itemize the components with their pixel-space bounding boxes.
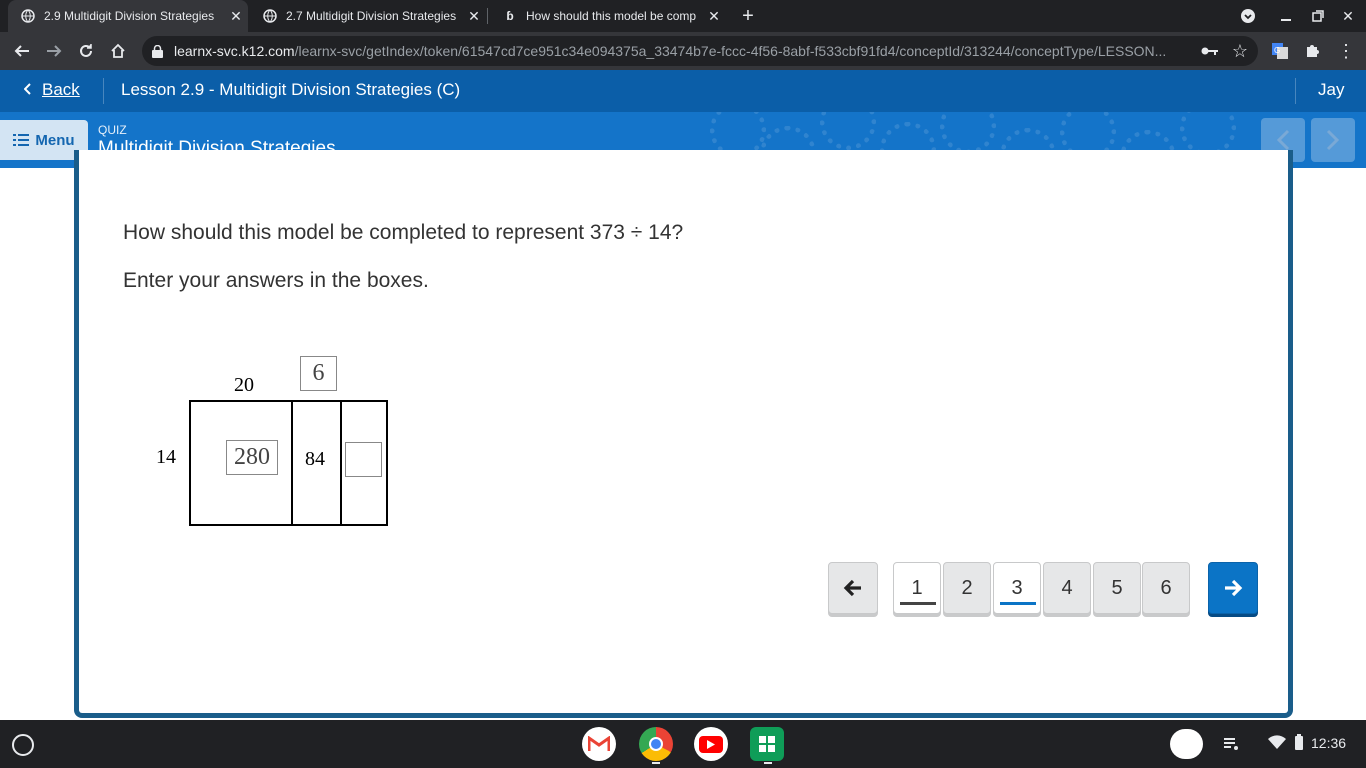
globe-icon: [262, 8, 278, 24]
close-tab-icon[interactable]: ✕: [224, 8, 248, 25]
svg-text:G: G: [1274, 46, 1280, 55]
back-label: Back: [42, 80, 80, 99]
divider-line: [291, 402, 293, 524]
page-button-3[interactable]: 3: [993, 562, 1041, 614]
extensions-puzzle-icon[interactable]: [1298, 37, 1326, 65]
page-button-4[interactable]: 4: [1043, 562, 1091, 614]
page-button-5[interactable]: 5: [1093, 562, 1141, 614]
decorative-pattern: [940, 112, 996, 154]
lesson-header: Back Lesson 2.9 - Multidigit Division St…: [0, 70, 1366, 112]
top-label-20: 20: [234, 374, 254, 396]
divider-line: [340, 402, 342, 524]
tab-title: 2.9 Multidigit Division Strategies: [44, 9, 215, 23]
new-tab-button[interactable]: +: [736, 4, 760, 28]
menu-label: Menu: [35, 131, 75, 149]
lock-icon[interactable]: [152, 44, 166, 58]
lesson-title: Lesson 2.9 - Multidigit Division Strateg…: [121, 80, 461, 99]
brainly-icon: ɓ: [506, 9, 514, 23]
os-shelf: 12:36: [0, 720, 1366, 768]
calculator-icon[interactable]: [750, 727, 784, 761]
url-host: learnx-svc.k12.com: [174, 43, 295, 59]
home-icon[interactable]: [104, 37, 132, 65]
clock-time[interactable]: 12:36: [1311, 735, 1346, 751]
answered-indicator: [900, 602, 936, 605]
globe-icon: [20, 8, 36, 24]
question-instruction: Enter your answers in the boxes.: [123, 269, 429, 292]
arrow-right-icon: [1223, 579, 1243, 597]
minimize-icon[interactable]: [1274, 4, 1298, 28]
close-tab-icon[interactable]: ✕: [702, 8, 726, 25]
browser-tab-3[interactable]: ɓ How should this model be comp ✕: [490, 0, 726, 32]
chrome-icon[interactable]: [639, 727, 673, 761]
tab-separator: [487, 8, 488, 24]
current-page-indicator: [1000, 602, 1036, 605]
chevron-left-icon: [23, 80, 32, 100]
chevron-left-icon: [1276, 129, 1290, 151]
question-prompt: How should this model be completed to re…: [123, 221, 684, 244]
restore-icon[interactable]: [1306, 4, 1330, 28]
browser-toolbar: learnx-svc.k12.com/learnx-svc/getIndex/t…: [0, 32, 1366, 70]
launcher-icon[interactable]: [12, 734, 34, 756]
page-number: 6: [1160, 576, 1172, 599]
back-arrow-icon[interactable]: [8, 37, 36, 65]
browser-tab-1[interactable]: 2.9 Multidigit Division Strategies ✕: [8, 0, 248, 32]
side-label-14: 14: [156, 446, 176, 468]
forward-arrow-icon[interactable]: [40, 37, 68, 65]
cell-value-84: 84: [305, 448, 325, 470]
browser-tab-2[interactable]: 2.7 Multidigit Division Strategies ✕: [250, 0, 486, 32]
page-number: 1: [911, 576, 923, 599]
divider: [1295, 78, 1296, 104]
tab-title: How should this model be comp: [526, 9, 697, 23]
wifi-icon[interactable]: [1268, 735, 1286, 754]
browser-tab-strip: 2.9 Multidigit Division Strategies ✕ 2.7…: [0, 0, 1366, 32]
page-button-2[interactable]: 2: [943, 562, 991, 614]
arrow-left-icon: [843, 579, 863, 597]
user-name[interactable]: Jay: [1318, 80, 1344, 100]
back-link[interactable]: Back: [23, 80, 80, 100]
bookmark-star-icon[interactable]: ☆: [1226, 37, 1254, 65]
gmail-icon[interactable]: [582, 727, 616, 761]
google-translate-icon[interactable]: G: [1266, 37, 1294, 65]
quiz-kind: QUIZ: [98, 123, 127, 137]
page-button-1[interactable]: 1: [893, 562, 941, 614]
key-icon[interactable]: [1196, 37, 1224, 65]
next-question-button[interactable]: [1208, 562, 1258, 614]
page-number: 4: [1061, 576, 1073, 599]
tab-title: 2.7 Multidigit Division Strategies: [286, 9, 457, 23]
page-button-6[interactable]: 6: [1142, 562, 1190, 614]
tab-search-icon[interactable]: [1236, 4, 1260, 28]
page-number: 5: [1111, 576, 1123, 599]
previous-question-button[interactable]: [828, 562, 878, 614]
reload-icon[interactable]: [72, 37, 100, 65]
menu-list-icon: [13, 133, 30, 147]
close-window-icon[interactable]: ✕: [1336, 4, 1360, 28]
decorative-pattern: [820, 112, 876, 150]
close-tab-icon[interactable]: ✕: [462, 8, 486, 25]
cell-answer-box-empty[interactable]: [345, 442, 382, 477]
url-text[interactable]: learnx-svc.k12.com/learnx-svc/getIndex/t…: [174, 43, 1184, 59]
page-number: 2: [961, 576, 973, 599]
top-answer-box[interactable]: 6: [300, 356, 337, 391]
battery-icon[interactable]: [1295, 734, 1303, 755]
media-controls-icon[interactable]: [1222, 734, 1240, 757]
running-indicator: [652, 762, 660, 764]
youtube-icon[interactable]: [694, 727, 728, 761]
area-model: 20 6 14 280 84: [150, 350, 410, 540]
divider: [103, 78, 104, 104]
running-indicator: [764, 762, 772, 764]
model-rectangle: 280 84: [189, 400, 388, 526]
tote-icon[interactable]: [1170, 729, 1203, 759]
url-path: /learnx-svc/getIndex/token/61547cd7ce951…: [294, 43, 1167, 59]
page-number: 3: [1011, 576, 1023, 599]
more-menu-icon[interactable]: ⋮: [1332, 37, 1360, 65]
address-bar[interactable]: learnx-svc.k12.com/learnx-svc/getIndex/t…: [142, 36, 1258, 66]
cell-answer-box-280[interactable]: 280: [226, 440, 278, 475]
chevron-right-icon: [1326, 129, 1340, 151]
next-activity-button[interactable]: [1311, 118, 1355, 162]
